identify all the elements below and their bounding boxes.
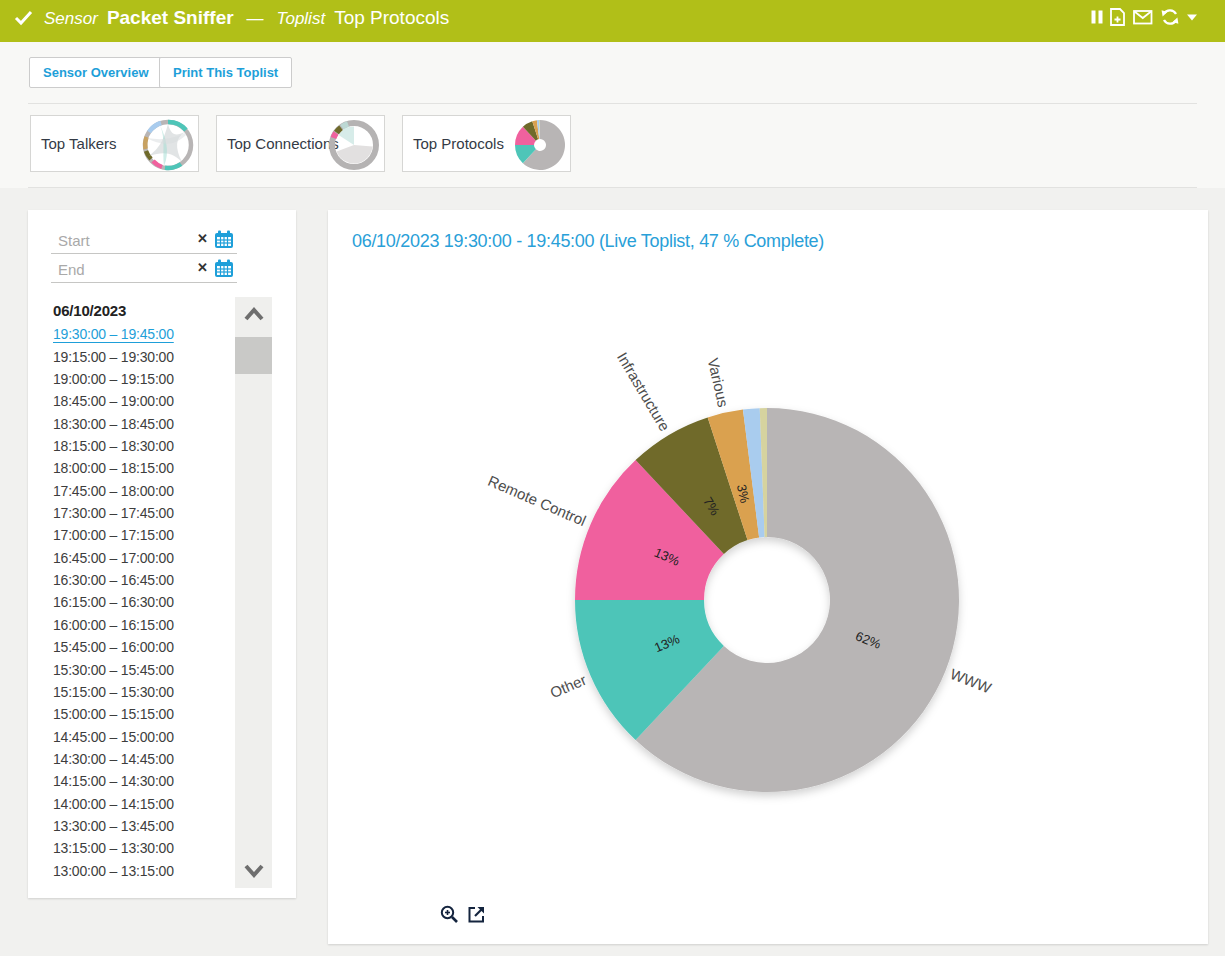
time-range-item[interactable]: 18:00:00 – 18:15:00 xyxy=(53,457,238,479)
toplist-sidebar: Start ✕ End ✕ 06/10/20 xyxy=(28,210,296,898)
time-range-item[interactable]: 14:45:00 – 15:00:00 xyxy=(53,725,238,747)
time-range-item[interactable]: 16:45:00 – 17:00:00 xyxy=(53,547,238,569)
sensor-label: Sensor xyxy=(44,9,98,29)
tab-label: Top Connections xyxy=(227,135,339,152)
scroll-down-icon[interactable] xyxy=(235,854,272,888)
time-range-item[interactable]: 13:00:00 – 13:15:00 xyxy=(53,860,238,882)
time-range-item[interactable]: 14:00:00 – 14:15:00 xyxy=(53,793,238,815)
divider xyxy=(28,187,1197,188)
divider xyxy=(28,103,1197,104)
time-range-item[interactable]: 18:15:00 – 18:30:00 xyxy=(53,435,238,457)
scrollbar-thumb[interactable] xyxy=(235,337,272,374)
zoom-in-icon[interactable] xyxy=(440,905,459,928)
add-report-icon[interactable] xyxy=(1109,8,1127,26)
breadcrumb-separator: — xyxy=(247,9,264,29)
start-date-field[interactable]: Start ✕ xyxy=(51,225,237,254)
start-placeholder: Start xyxy=(58,232,90,249)
clear-end-icon[interactable]: ✕ xyxy=(197,260,208,275)
time-range-item[interactable]: 19:00:00 – 19:15:00 xyxy=(53,368,238,390)
time-range-item[interactable]: 16:00:00 – 16:15:00 xyxy=(53,614,238,636)
tab-top-talkers[interactable]: Top Talkers xyxy=(30,115,199,172)
caret-down-icon[interactable] xyxy=(1186,8,1198,26)
breadcrumb: Sensor Packet Sniffer — Toplist Top Prot… xyxy=(44,7,449,29)
print-toplist-button[interactable]: Print This Toplist xyxy=(159,57,292,88)
chord-diagram-icon xyxy=(141,118,195,172)
tab-label: Top Protocols xyxy=(413,135,504,152)
slice-name-label: Infrastructure xyxy=(614,349,674,434)
time-range-item[interactable]: 18:30:00 – 18:45:00 xyxy=(53,412,238,434)
time-range-item[interactable]: 14:15:00 – 14:30:00 xyxy=(53,770,238,792)
time-range-item[interactable]: 18:45:00 – 19:00:00 xyxy=(53,390,238,412)
time-range-item[interactable]: 13:30:00 – 13:45:00 xyxy=(53,815,238,837)
toplist-chart-panel: 06/10/2023 19:30:00 - 19:45:00 (Live Top… xyxy=(328,210,1208,944)
time-range-item[interactable]: 14:30:00 – 14:45:00 xyxy=(53,748,238,770)
time-range-item[interactable]: 19:15:00 – 19:30:00 xyxy=(53,345,238,367)
time-range-item[interactable]: 13:15:00 – 13:30:00 xyxy=(53,837,238,859)
pie-chart-icon xyxy=(513,118,567,172)
protocol-donut-chart: 62%WWW13%Other13%Remote Control7%Infrast… xyxy=(328,210,1208,944)
time-range-item[interactable]: 16:15:00 – 16:30:00 xyxy=(53,591,238,613)
time-range-item[interactable]: 16:30:00 – 16:45:00 xyxy=(53,569,238,591)
slice-name-label: WWW xyxy=(948,665,995,697)
time-range-item[interactable]: 15:45:00 – 16:00:00 xyxy=(53,636,238,658)
tab-label: Top Talkers xyxy=(41,135,117,152)
ring-chart-icon xyxy=(327,118,381,172)
time-range-item[interactable]: 17:45:00 – 18:00:00 xyxy=(53,480,238,502)
open-external-icon[interactable] xyxy=(467,905,486,928)
date-header: 06/10/2023 xyxy=(53,302,126,319)
scrollbar[interactable] xyxy=(235,297,272,888)
toplist-label: Toplist xyxy=(277,9,326,29)
check-icon xyxy=(14,10,34,26)
pause-icon[interactable] xyxy=(1091,9,1103,25)
refresh-icon[interactable] xyxy=(1159,8,1180,26)
time-range-item[interactable]: 15:00:00 – 15:15:00 xyxy=(53,703,238,725)
slice-name-label: Other xyxy=(547,671,588,702)
time-range-item[interactable]: 19:30:00 – 19:45:00 xyxy=(53,323,238,345)
time-range-item[interactable]: 15:30:00 – 15:45:00 xyxy=(53,658,238,680)
time-range-item[interactable]: 17:30:00 – 17:45:00 xyxy=(53,502,238,524)
sensor-overview-button[interactable]: Sensor Overview xyxy=(29,57,163,88)
time-range-list: 19:30:00 – 19:45:0019:15:00 – 19:30:0019… xyxy=(53,323,238,882)
clear-start-icon[interactable]: ✕ xyxy=(197,231,208,246)
chart-title: 06/10/2023 19:30:00 - 19:45:00 (Live Top… xyxy=(352,231,824,252)
end-calendar-icon[interactable] xyxy=(214,259,234,278)
tab-top-protocols[interactable]: Top Protocols xyxy=(402,115,571,172)
end-placeholder: End xyxy=(58,261,85,278)
toplist-name: Top Protocols xyxy=(334,7,449,29)
scroll-up-icon[interactable] xyxy=(235,297,272,331)
sensor-name[interactable]: Packet Sniffer xyxy=(107,7,234,29)
start-calendar-icon[interactable] xyxy=(214,230,234,249)
tab-top-connections[interactable]: Top Connections xyxy=(216,115,385,172)
time-range-item[interactable]: 17:00:00 – 17:15:00 xyxy=(53,524,238,546)
email-icon[interactable] xyxy=(1133,9,1153,25)
end-date-field[interactable]: End ✕ xyxy=(51,254,237,283)
slice-name-label: Remote Control xyxy=(486,472,589,529)
title-bar: Sensor Packet Sniffer — Toplist Top Prot… xyxy=(0,0,1225,42)
time-range-item[interactable]: 15:15:00 – 15:30:00 xyxy=(53,681,238,703)
slice-name-label: Various xyxy=(705,356,732,408)
